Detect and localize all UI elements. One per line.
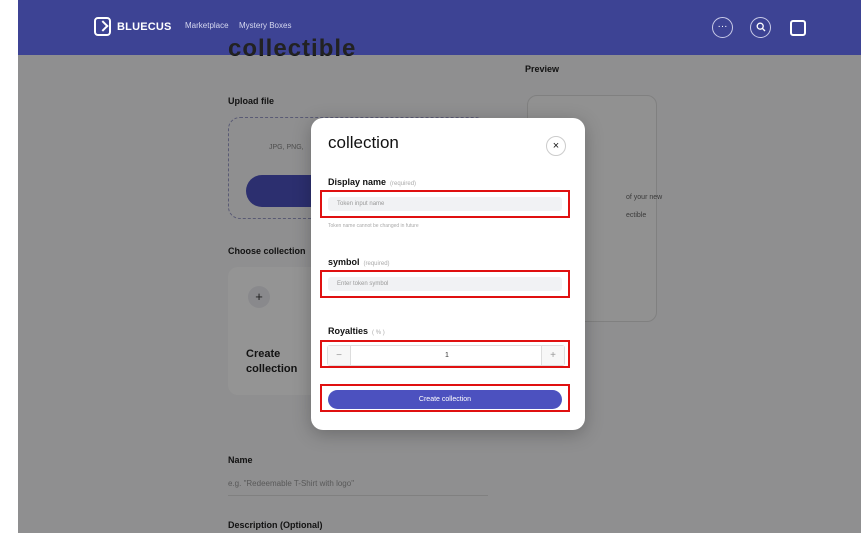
symbol-highlight: Enter token symbol	[320, 270, 570, 298]
display-name-highlight: Token input name	[320, 190, 570, 218]
royalties-stepper: − 1 +	[327, 345, 565, 366]
required-tag: (required)	[363, 261, 390, 267]
increment-button[interactable]: +	[541, 346, 564, 365]
left-margin	[0, 0, 18, 533]
decrement-button[interactable]: −	[328, 346, 351, 365]
search-icon[interactable]	[750, 17, 771, 38]
modal-title: collection	[328, 133, 399, 152]
logo-icon	[94, 17, 111, 36]
symbol-input[interactable]: Enter token symbol	[328, 277, 562, 291]
required-tag: (required)	[390, 181, 417, 187]
symbol-label: symbol (required)	[328, 257, 390, 267]
royalties-highlight: − 1 +	[320, 340, 570, 368]
royalties-unit: ( % )	[372, 330, 385, 336]
display-name-label: Display name (required)	[328, 177, 416, 187]
royalties-value[interactable]: 1	[350, 346, 544, 365]
display-name-label-text: Display name	[328, 177, 387, 187]
display-name-helper: Token name cannot be changed in future	[328, 223, 419, 229]
create-collection-button[interactable]: Create collection	[328, 390, 562, 409]
more-icon[interactable]: ···	[712, 17, 733, 38]
royalties-label-text: Royalties	[328, 326, 369, 336]
symbol-label-text: symbol	[328, 257, 360, 267]
create-button-highlight: Create collection	[320, 384, 570, 412]
profile-logo-icon[interactable]	[790, 20, 806, 36]
brand-logo[interactable]: BLUECUS	[94, 17, 172, 36]
brand-name: BLUECUS	[117, 20, 172, 33]
close-icon[interactable]: ×	[546, 136, 566, 156]
display-name-input[interactable]: Token input name	[328, 197, 562, 211]
top-navbar: BLUECUS Marketplace Mystery Boxes ···	[18, 0, 861, 55]
nav-marketplace[interactable]: Marketplace	[185, 21, 229, 30]
app-window: BLUECUS Marketplace Mystery Boxes ··· co…	[18, 0, 861, 533]
nav-mystery-boxes[interactable]: Mystery Boxes	[239, 21, 291, 30]
royalties-label: Royalties( % )	[328, 326, 385, 336]
create-collection-modal: collection × Display name (required) Toke…	[311, 118, 585, 430]
